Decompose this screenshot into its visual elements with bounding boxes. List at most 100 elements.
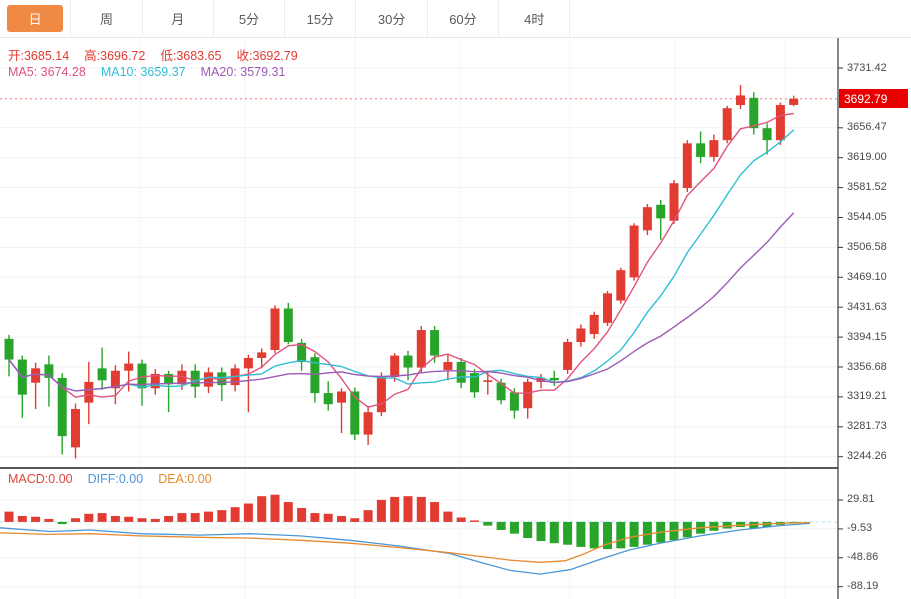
- macd-tick-1: -9.53: [847, 522, 907, 534]
- candle-body: [284, 308, 293, 342]
- macd-bar: [616, 522, 625, 548]
- macd-bar: [217, 510, 226, 522]
- candle-body: [603, 293, 612, 323]
- candle-body: [776, 105, 785, 140]
- price-tick-6: 3469.10: [847, 271, 907, 283]
- candle-body: [337, 391, 346, 402]
- macd-bar: [483, 522, 492, 526]
- candle-body: [723, 108, 732, 140]
- ma-indicator-row: MA5: 3674.28MA10: 3659.37MA20: 3579.31: [8, 65, 285, 79]
- tab-15min[interactable]: 15分: [285, 0, 356, 37]
- price-tick-1: 3656.47: [847, 121, 907, 133]
- macd-bar: [58, 522, 67, 524]
- macd-bar: [271, 495, 280, 522]
- candle-body: [683, 143, 692, 188]
- macd-bar: [124, 517, 133, 522]
- candle-body: [696, 143, 705, 157]
- tab-day-active-pill[interactable]: 日: [7, 5, 63, 32]
- macd-bar: [630, 522, 639, 547]
- candle-body: [417, 330, 426, 368]
- macd-bar: [284, 502, 293, 522]
- macd-value-0: MACD:0.00: [8, 472, 73, 486]
- period-tab-bar: 日周月5分15分30分60分4时: [0, 0, 911, 38]
- ohlc-value-2: 低:3683.65: [160, 45, 221, 64]
- macd-bar: [337, 516, 346, 522]
- macd-bar: [470, 520, 479, 521]
- price-tick-4: 3544.05: [847, 211, 907, 223]
- price-tick-5: 3506.58: [847, 241, 907, 253]
- candle-body: [616, 270, 625, 300]
- ma10-line: [9, 130, 794, 391]
- macd-bar: [191, 513, 200, 522]
- candle-body: [191, 371, 200, 387]
- macd-bar: [257, 496, 266, 522]
- macd-bar: [151, 519, 160, 522]
- macd-bar: [364, 510, 373, 522]
- candle-body: [244, 358, 253, 368]
- macd-bar: [417, 497, 426, 522]
- price-tick-10: 3319.21: [847, 390, 907, 402]
- macd-bar: [71, 518, 80, 522]
- kline-chart-app: 日周月5分15分30分60分4时 开:3685.14 高:3696.72 低:368…: [0, 0, 911, 599]
- candle-body: [5, 339, 14, 360]
- ohlc-row: 开:3685.14高:3696.72低:3683.65收:3692.79: [8, 45, 298, 64]
- candle-body: [430, 330, 439, 356]
- candle-body: [84, 382, 93, 403]
- tab-5min[interactable]: 5分: [214, 0, 285, 37]
- candle-body: [98, 368, 107, 380]
- candle-body: [643, 207, 652, 230]
- macd-bar: [523, 522, 532, 538]
- price-tick-3: 3581.52: [847, 181, 907, 193]
- macd-bar: [550, 522, 559, 543]
- macd-bar: [111, 516, 120, 522]
- candle-body: [630, 226, 639, 278]
- tab-4hour[interactable]: 4时: [499, 0, 570, 37]
- tab-60min[interactable]: 60分: [428, 0, 499, 37]
- candle-body: [377, 377, 386, 412]
- tab-day[interactable]: 日: [0, 0, 71, 37]
- macd-bar: [297, 508, 306, 522]
- macd-tick-0: 29.81: [847, 493, 907, 505]
- ohlc-value-1: 高:3696.72: [84, 45, 145, 64]
- tab-week[interactable]: 周: [71, 0, 142, 37]
- macd-bar: [430, 502, 439, 522]
- price-tick-12: 3244.26: [847, 450, 907, 462]
- macd-tick-3: -88.19: [847, 580, 907, 592]
- candle-body: [364, 412, 373, 434]
- candle-body: [736, 95, 745, 105]
- price-tick-9: 3356.68: [847, 361, 907, 373]
- ohlc-value-0: 开:3685.14: [8, 45, 69, 64]
- price-tick-11: 3281.73: [847, 420, 907, 432]
- candle-body: [257, 352, 266, 358]
- macd-bar: [443, 512, 452, 522]
- ma-value-2: MA20: 3579.31: [201, 65, 286, 79]
- candle-body: [749, 98, 758, 128]
- candle-body: [550, 378, 559, 380]
- candle-body: [523, 382, 532, 408]
- tab-month[interactable]: 月: [143, 0, 214, 37]
- candle-body: [457, 362, 466, 383]
- macd-bar: [84, 514, 93, 522]
- chart-canvas[interactable]: [0, 0, 911, 599]
- price-tick-7: 3431.63: [847, 301, 907, 313]
- price-tick-8: 3394.15: [847, 331, 907, 343]
- candle-body: [763, 128, 772, 140]
- tab-30min[interactable]: 30分: [356, 0, 427, 37]
- macd-bar: [5, 512, 14, 522]
- macd-bar: [31, 517, 40, 522]
- macd-bar: [98, 513, 107, 522]
- candle-body: [71, 409, 80, 447]
- current-price-tag: 3692.79: [839, 89, 908, 108]
- macd-indicator-row: MACD:0.00DIFF:0.00DEA:0.00: [8, 472, 212, 486]
- candle-body: [443, 362, 452, 370]
- macd-bar: [563, 522, 572, 545]
- candle-body: [204, 372, 213, 386]
- macd-bar: [590, 522, 599, 548]
- macd-bar: [576, 522, 585, 547]
- macd-bar: [310, 513, 319, 522]
- macd-bar: [377, 500, 386, 522]
- candle-body: [709, 140, 718, 157]
- candle-body: [656, 205, 665, 219]
- ma-value-1: MA10: 3659.37: [101, 65, 186, 79]
- macd-bar: [350, 518, 359, 522]
